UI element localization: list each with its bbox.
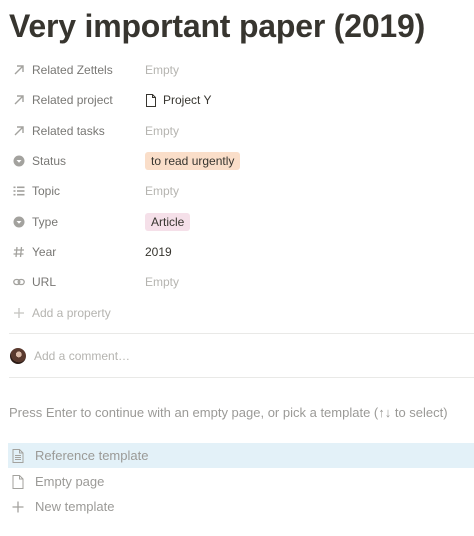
- property-name[interactable]: Related tasks: [12, 117, 142, 145]
- property-value[interactable]: Project Y: [145, 86, 211, 114]
- property-status[interactable]: Status to read urgently: [0, 147, 474, 175]
- add-property-row[interactable]: Add a property: [12, 299, 142, 327]
- property-name[interactable]: URL: [12, 268, 142, 296]
- property-related-zettels[interactable]: Related Zettels Empty: [0, 56, 474, 84]
- property-name[interactable]: Status: [12, 147, 142, 175]
- property-name[interactable]: Related Zettels: [12, 56, 142, 84]
- property-url[interactable]: URL Empty: [0, 268, 474, 296]
- add-property-label: Add a property: [32, 306, 111, 320]
- plus-icon: [12, 306, 26, 320]
- property-value[interactable]: Empty: [145, 56, 179, 84]
- template-new[interactable]: New template: [8, 494, 474, 519]
- property-name[interactable]: Year: [12, 238, 142, 266]
- property-name[interactable]: Topic: [12, 177, 142, 205]
- arrow-up-right-icon: [12, 63, 26, 77]
- property-related-project[interactable]: Related project Project Y: [0, 86, 474, 114]
- property-label: Related Zettels: [32, 63, 113, 77]
- property-related-tasks[interactable]: Related tasks Empty: [0, 117, 474, 145]
- page-link-project-y[interactable]: Project Y: [145, 93, 211, 107]
- template-reference[interactable]: Reference template: [8, 443, 474, 468]
- arrow-up-right-icon: [12, 93, 26, 107]
- status-tag[interactable]: to read urgently: [145, 152, 241, 170]
- template-label: Empty page: [35, 474, 105, 489]
- property-value[interactable]: to read urgently: [145, 147, 241, 175]
- template-label: Reference template: [35, 448, 149, 463]
- page-link-label: Project Y: [163, 93, 212, 107]
- divider: [9, 377, 474, 378]
- divider: [9, 333, 474, 334]
- page-title[interactable]: Very important paper (2019): [9, 8, 425, 45]
- property-name[interactable]: Related project: [12, 86, 142, 114]
- property-value[interactable]: Empty: [145, 268, 179, 296]
- select-icon: [12, 215, 26, 229]
- hash-icon: [12, 245, 26, 259]
- select-icon: [12, 154, 26, 168]
- link-icon: [12, 275, 26, 289]
- property-label: Type: [32, 215, 59, 229]
- comment-input[interactable]: Add a comment…: [10, 345, 470, 367]
- property-label: Topic: [32, 184, 61, 198]
- property-label: Status: [32, 154, 67, 168]
- property-topic[interactable]: Topic Empty: [0, 177, 474, 205]
- add-property-button[interactable]: Add a property: [0, 299, 474, 327]
- property-value[interactable]: 2019: [145, 238, 172, 266]
- template-label: New template: [35, 499, 115, 514]
- property-label: Related tasks: [32, 124, 105, 138]
- list-icon: [12, 184, 26, 198]
- page-icon: [10, 474, 26, 490]
- property-label: URL: [32, 275, 57, 289]
- property-value[interactable]: Empty: [145, 177, 179, 205]
- property-label: Related project: [32, 93, 113, 107]
- comment-placeholder: Add a comment…: [34, 349, 131, 363]
- plus-icon: [10, 499, 26, 515]
- property-type[interactable]: Type Article: [0, 208, 474, 236]
- avatar: [10, 348, 26, 364]
- type-tag[interactable]: Article: [145, 213, 191, 231]
- property-value[interactable]: Empty: [145, 117, 179, 145]
- template-empty-page[interactable]: Empty page: [8, 469, 474, 494]
- template-hint: Press Enter to continue with an empty pa…: [9, 405, 448, 420]
- arrow-up-right-icon: [12, 124, 26, 138]
- property-label: Year: [32, 245, 57, 259]
- page-lines-icon: [10, 448, 26, 464]
- page-icon: [146, 93, 156, 107]
- property-name[interactable]: Type: [12, 208, 142, 236]
- property-value[interactable]: Article: [145, 208, 191, 236]
- property-year[interactable]: Year 2019: [0, 238, 474, 266]
